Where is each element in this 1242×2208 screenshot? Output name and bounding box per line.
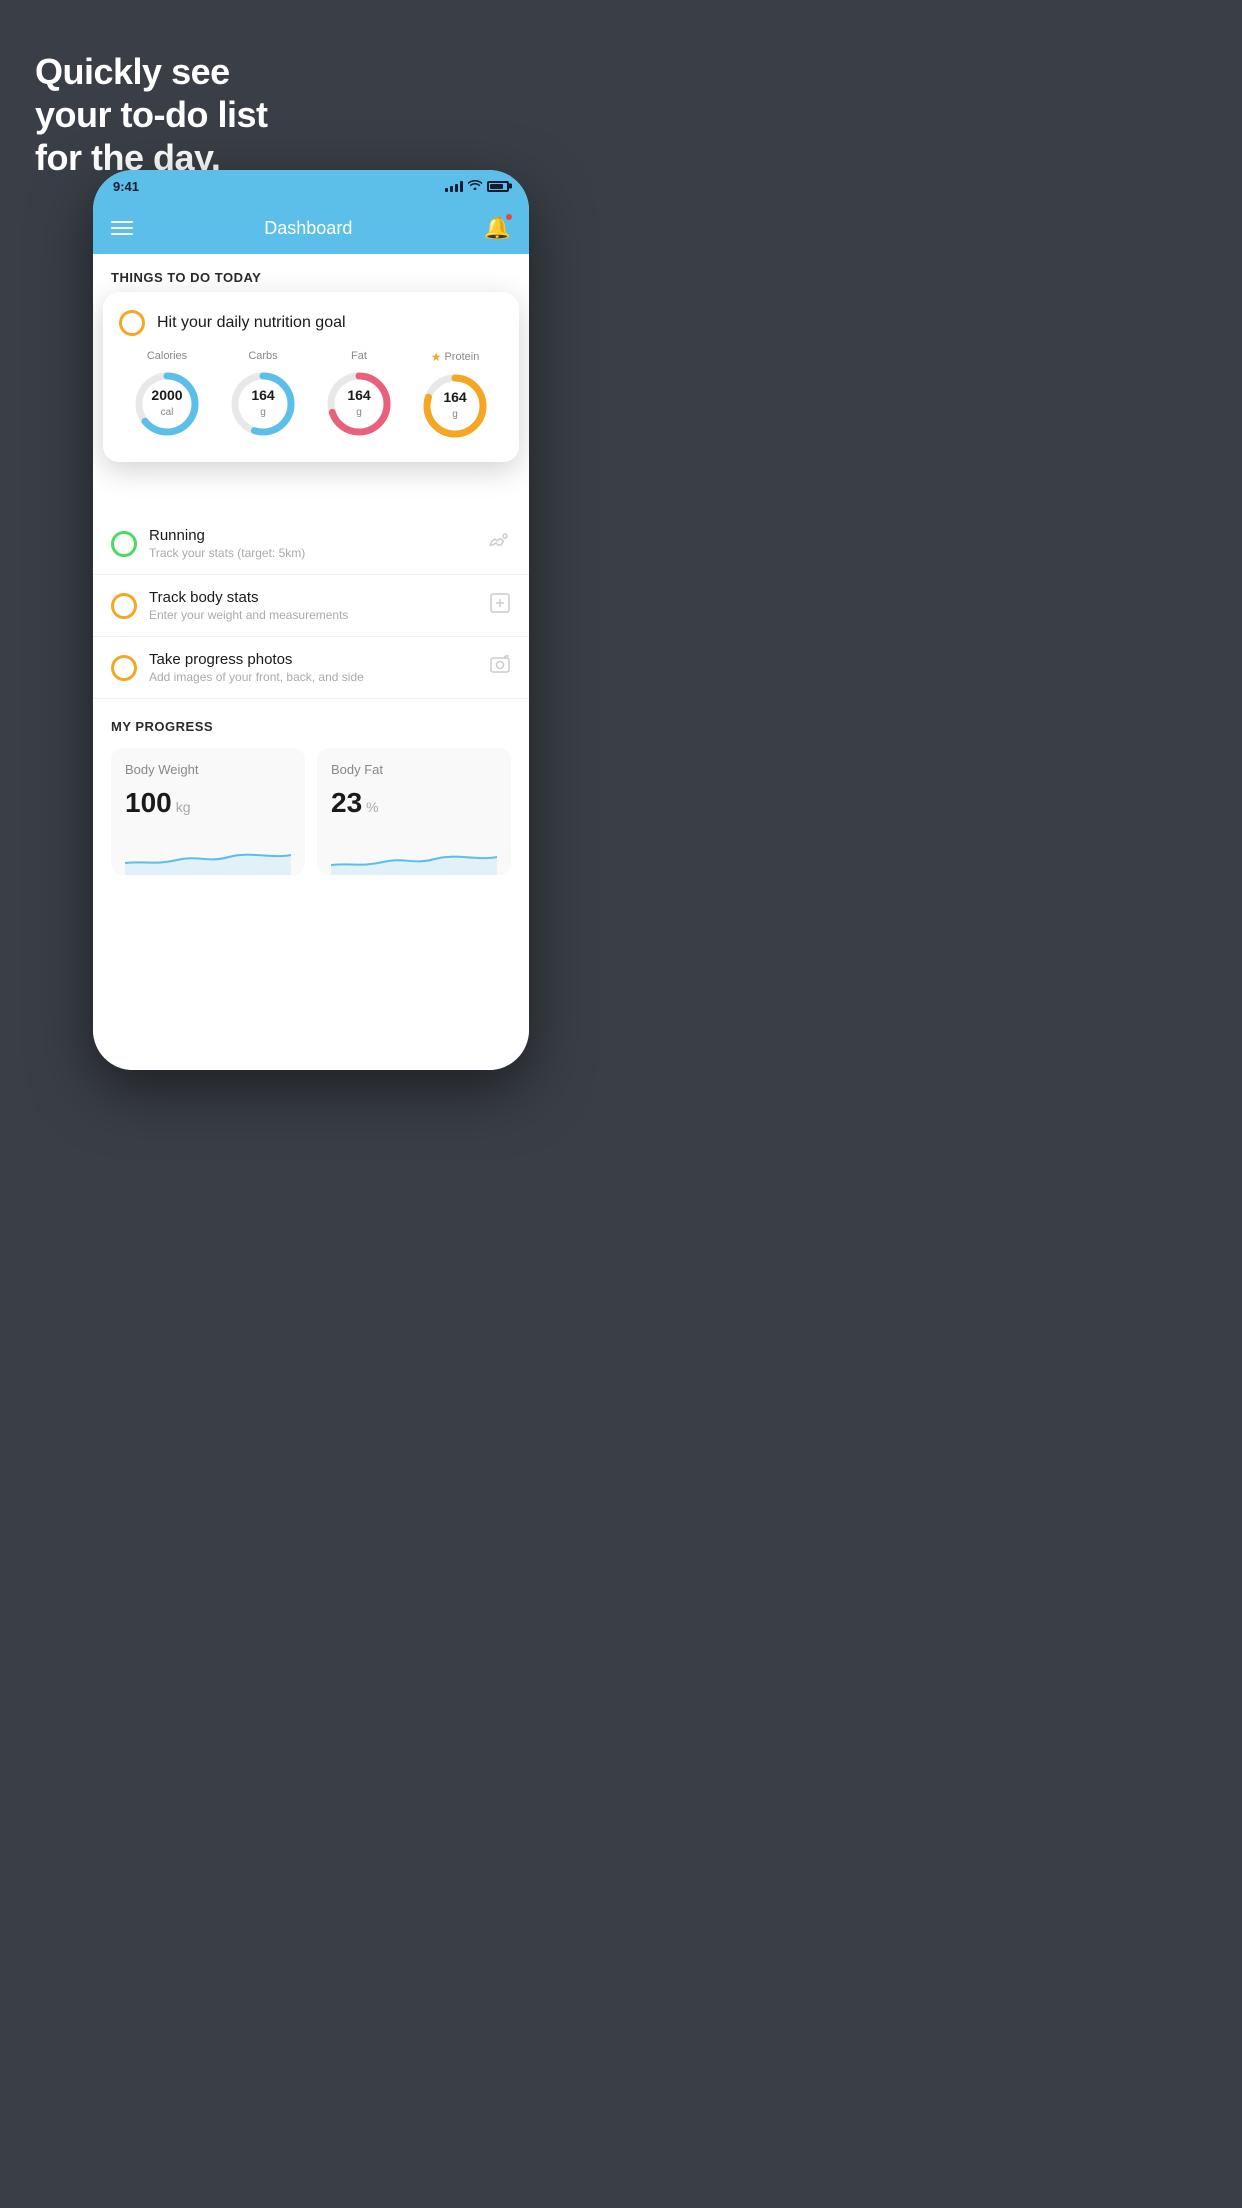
photos-title: Take progress photos <box>149 651 477 668</box>
carbs-label: Carbs <box>248 350 277 362</box>
calories-unit: cal <box>161 407 174 418</box>
headline: Quickly see your to-do list for the day. <box>35 50 267 180</box>
nutrition-goal-header: Hit your daily nutrition goal <box>119 310 503 336</box>
body-fat-unit: % <box>366 799 378 815</box>
body-fat-card[interactable]: Body Fat 23 % <box>317 748 511 875</box>
body-weight-value-row: 100 kg <box>125 787 291 819</box>
fat-value: 164 <box>347 388 370 402</box>
menu-button[interactable] <box>111 221 133 235</box>
progress-section-header: MY PROGRESS <box>111 719 511 734</box>
body-stats-text: Track body stats Enter your weight and m… <box>149 589 477 622</box>
status-icons <box>445 179 509 193</box>
protein-label: ★ Protein <box>431 350 480 364</box>
body-stats-check-circle[interactable] <box>111 593 137 619</box>
body-weight-chart <box>125 835 291 875</box>
carbs-unit: g <box>260 407 266 418</box>
body-weight-card[interactable]: Body Weight 100 kg <box>111 748 305 875</box>
running-text: Running Track your stats (target: 5km) <box>149 527 475 560</box>
calories-value: 2000 <box>151 388 182 402</box>
nav-bar: Dashboard 🔔 <box>93 202 529 254</box>
fat-donut: 164 g <box>323 368 395 440</box>
running-check-circle[interactable] <box>111 531 137 557</box>
progress-section: MY PROGRESS Body Weight 100 kg <box>93 699 529 875</box>
macro-calories: Calories 2000 cal <box>131 350 203 440</box>
body-weight-title: Body Weight <box>125 762 291 777</box>
battery-icon <box>487 181 509 192</box>
photos-icon <box>489 654 511 682</box>
nav-title: Dashboard <box>264 218 352 239</box>
todo-list: Running Track your stats (target: 5km) T… <box>93 513 529 699</box>
list-item-photos[interactable]: Take progress photos Add images of your … <box>93 637 529 699</box>
calories-label: Calories <box>147 350 187 362</box>
body-stats-icon <box>489 592 511 620</box>
star-icon: ★ <box>431 350 442 364</box>
body-weight-number: 100 <box>125 787 172 819</box>
body-fat-title: Body Fat <box>331 762 497 777</box>
fat-unit: g <box>356 407 362 418</box>
running-title: Running <box>149 527 475 544</box>
status-bar: 9:41 <box>93 170 529 202</box>
phone-content: THINGS TO DO TODAY Hit your daily nutrit… <box>93 254 529 1070</box>
protein-unit: g <box>452 409 458 420</box>
notification-button[interactable]: 🔔 <box>484 215 511 241</box>
todo-section-header: THINGS TO DO TODAY <box>93 254 529 293</box>
progress-cards: Body Weight 100 kg Body Fat <box>111 748 511 875</box>
protein-donut: 164 g <box>419 370 491 442</box>
body-stats-subtitle: Enter your weight and measurements <box>149 608 477 622</box>
photos-check-circle[interactable] <box>111 655 137 681</box>
nutrition-goal-label: Hit your daily nutrition goal <box>157 314 346 332</box>
phone-shell: 9:41 Dashboard 🔔 <box>93 170 529 1070</box>
protein-value: 164 <box>443 390 466 404</box>
macro-protein: ★ Protein 164 g <box>419 350 491 442</box>
body-stats-title: Track body stats <box>149 589 477 606</box>
list-item-running[interactable]: Running Track your stats (target: 5km) <box>93 513 529 575</box>
body-fat-chart <box>331 835 497 875</box>
notification-badge <box>505 213 513 221</box>
headline-line2: your to-do list <box>35 94 267 135</box>
headline-line1: Quickly see <box>35 51 230 92</box>
fat-label: Fat <box>351 350 367 362</box>
running-subtitle: Track your stats (target: 5km) <box>149 546 475 560</box>
list-item-body-stats[interactable]: Track body stats Enter your weight and m… <box>93 575 529 637</box>
signal-icon <box>445 180 463 192</box>
photos-text: Take progress photos Add images of your … <box>149 651 477 684</box>
macros-row: Calories 2000 cal Carbs <box>119 350 503 442</box>
status-time: 9:41 <box>113 179 139 194</box>
body-weight-unit: kg <box>176 799 191 815</box>
body-fat-value-row: 23 % <box>331 787 497 819</box>
wifi-icon <box>468 179 482 193</box>
calories-donut: 2000 cal <box>131 368 203 440</box>
macro-fat: Fat 164 g <box>323 350 395 440</box>
running-icon <box>487 532 511 556</box>
macro-carbs: Carbs 164 g <box>227 350 299 440</box>
photos-subtitle: Add images of your front, back, and side <box>149 670 477 684</box>
nutrition-goal-card: Hit your daily nutrition goal Calories 2… <box>103 292 519 462</box>
carbs-value: 164 <box>251 388 274 402</box>
body-fat-number: 23 <box>331 787 362 819</box>
nutrition-check-circle[interactable] <box>119 310 145 336</box>
carbs-donut: 164 g <box>227 368 299 440</box>
